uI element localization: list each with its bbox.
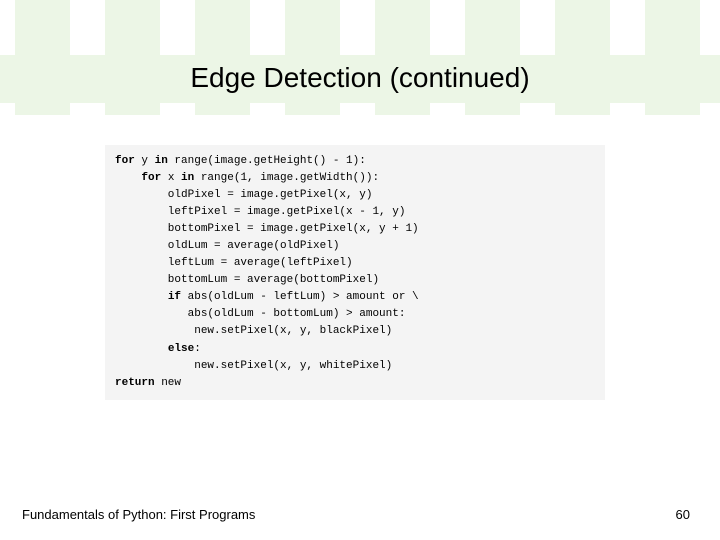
code-text: abs(oldLum - bottomLum) > amount: [115,308,405,320]
code-text [115,172,141,184]
code-text: bottomPixel = image.getPixel(x, y + 1) [115,223,419,235]
code-text: : [194,343,201,355]
code-text: leftLum = average(leftPixel) [115,257,353,269]
code-kw: for [141,172,161,184]
header-band: Edge Detection (continued) [0,0,720,115]
code-text: oldLum = average(oldPixel) [115,240,339,252]
code-text: range(1, image.getWidth()): [194,172,379,184]
code-block: for y in range(image.getHeight() - 1): f… [105,145,605,400]
code-text: leftPixel = image.getPixel(x - 1, y) [115,206,405,218]
code-text: oldPixel = image.getPixel(x, y) [115,189,372,201]
code-text: new.setPixel(x, y, whitePixel) [115,360,392,372]
code-text: x [161,172,181,184]
code-text: new.setPixel(x, y, blackPixel) [115,325,392,337]
page-number: 60 [676,507,690,522]
slide-title: Edge Detection (continued) [0,62,720,94]
code-kw: if [168,291,181,303]
code-kw: in [155,155,168,167]
code-text [115,291,168,303]
code-text: range(image.getHeight() - 1): [168,155,366,167]
footer-text: Fundamentals of Python: First Programs [22,507,255,522]
code-text: y [135,155,155,167]
code-kw: else [168,343,194,355]
code-kw: return [115,377,155,389]
code-kw: in [181,172,194,184]
code-text: abs(oldLum - leftLum) > amount or \ [181,291,419,303]
code-text: new [155,377,181,389]
code-text: bottomLum = average(bottomPixel) [115,274,379,286]
code-kw: for [115,155,135,167]
code-text [115,343,168,355]
